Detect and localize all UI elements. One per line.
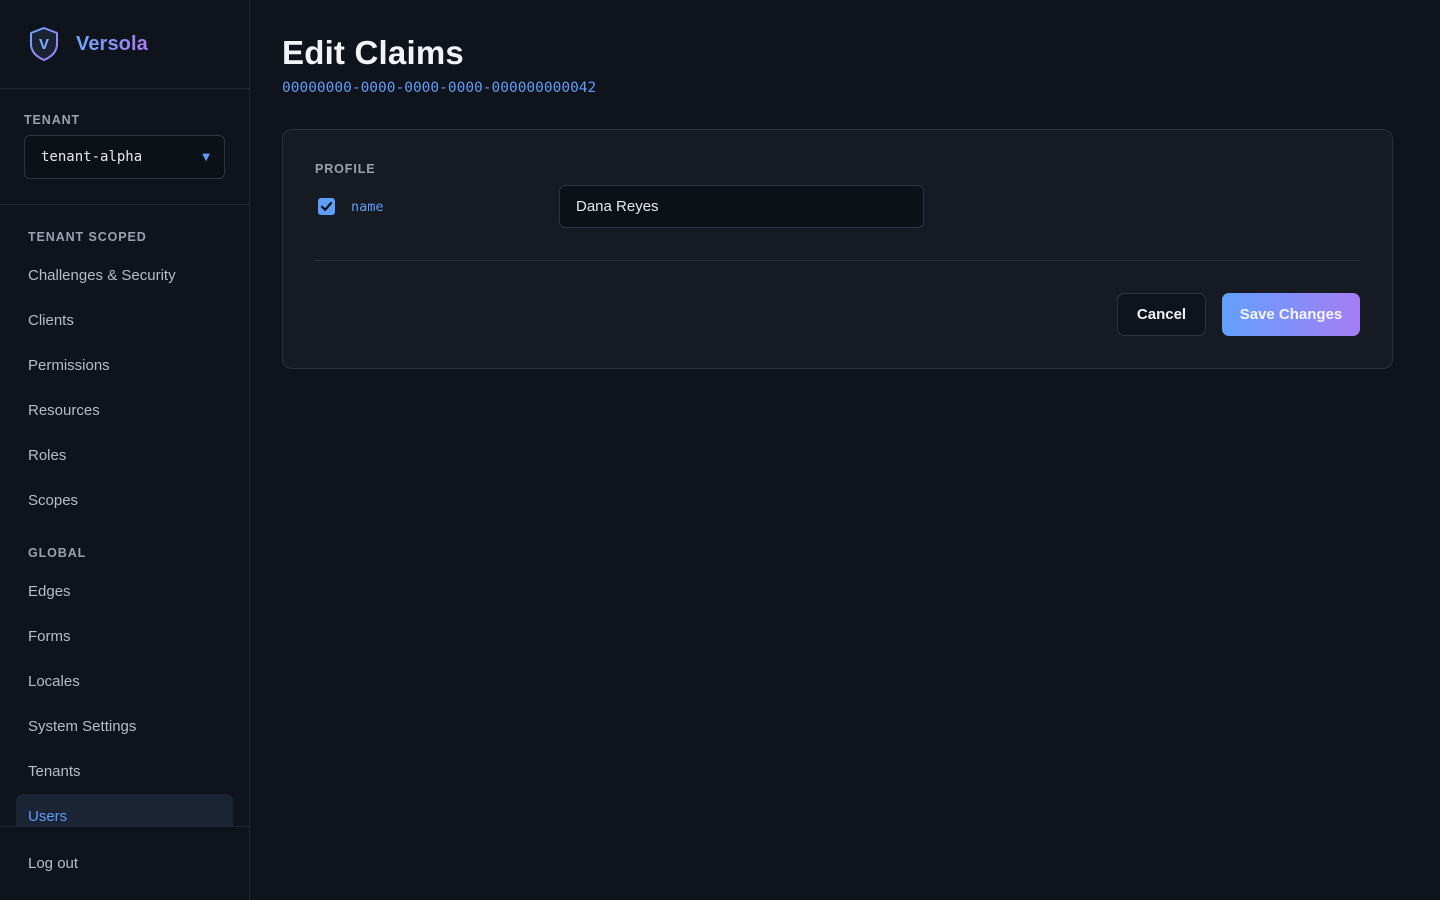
nav-group-tenant-scoped: Tenant Scoped: [28, 230, 147, 244]
checkmark-icon: [320, 201, 333, 211]
divider: [315, 260, 1360, 261]
claim-row: name: [315, 185, 1360, 228]
sidebar-item-resources[interactable]: Resources: [0, 388, 233, 433]
tenant-selector-block: Tenant tenant-alpha ▼: [0, 89, 249, 205]
logo-letter: V: [39, 36, 49, 53]
page-title: Edit Claims: [282, 34, 464, 71]
claim-key: name: [351, 198, 384, 215]
caret-down-icon: ▼: [202, 151, 210, 163]
claim-value-input[interactable]: [559, 185, 924, 228]
logout-link[interactable]: Log out: [28, 855, 78, 872]
app-root: V Versola Tenant tenant-alpha ▼ Tenant S…: [0, 0, 1440, 900]
sidebar-item-tenants[interactable]: Tenants: [0, 749, 233, 794]
save-changes-button[interactable]: Save Changes: [1222, 293, 1360, 336]
section-label-profile: Profile: [315, 162, 376, 176]
tenant-select[interactable]: tenant-alpha ▼: [24, 135, 225, 179]
sidebar: V Versola Tenant tenant-alpha ▼ Tenant S…: [0, 0, 250, 900]
sidebar-item-roles[interactable]: Roles: [0, 433, 233, 478]
sidebar-item-system-settings[interactable]: System Settings: [0, 704, 233, 749]
form-actions: Cancel Save Changes: [315, 293, 1360, 336]
sidebar-item-edges[interactable]: Edges: [0, 569, 233, 614]
sidebar-item-clients[interactable]: Clients: [0, 298, 233, 343]
brand-name: Versola: [76, 32, 148, 55]
sidebar-item-permissions[interactable]: Permissions: [0, 343, 233, 388]
main-content: Edit Claims 00000000-0000-0000-0000-0000…: [250, 0, 1440, 900]
shield-logo-icon: V: [28, 26, 60, 62]
brand[interactable]: V Versola: [0, 0, 249, 89]
sidebar-item-challenges-security[interactable]: Challenges & Security: [0, 253, 233, 298]
tenant-select-value: tenant-alpha: [41, 149, 143, 165]
nav-group-global: Global: [28, 546, 87, 560]
sidebar-item-locales[interactable]: Locales: [0, 659, 233, 704]
sidebar-item-scopes[interactable]: Scopes: [0, 478, 233, 523]
sidebar-item-forms[interactable]: Forms: [0, 614, 233, 659]
claims-card: Profile name Cancel Save Changes: [282, 129, 1393, 369]
sidebar-nav: Tenant Scoped Challenges & Security Clie…: [0, 205, 249, 826]
sidebar-item-users[interactable]: Users: [16, 794, 233, 826]
user-id: 00000000-0000-0000-0000-000000000042: [282, 80, 597, 96]
tenant-label: Tenant: [24, 113, 81, 127]
cancel-button[interactable]: Cancel: [1117, 293, 1206, 336]
sidebar-footer: Log out: [0, 826, 249, 900]
claim-checkbox[interactable]: [318, 198, 335, 215]
